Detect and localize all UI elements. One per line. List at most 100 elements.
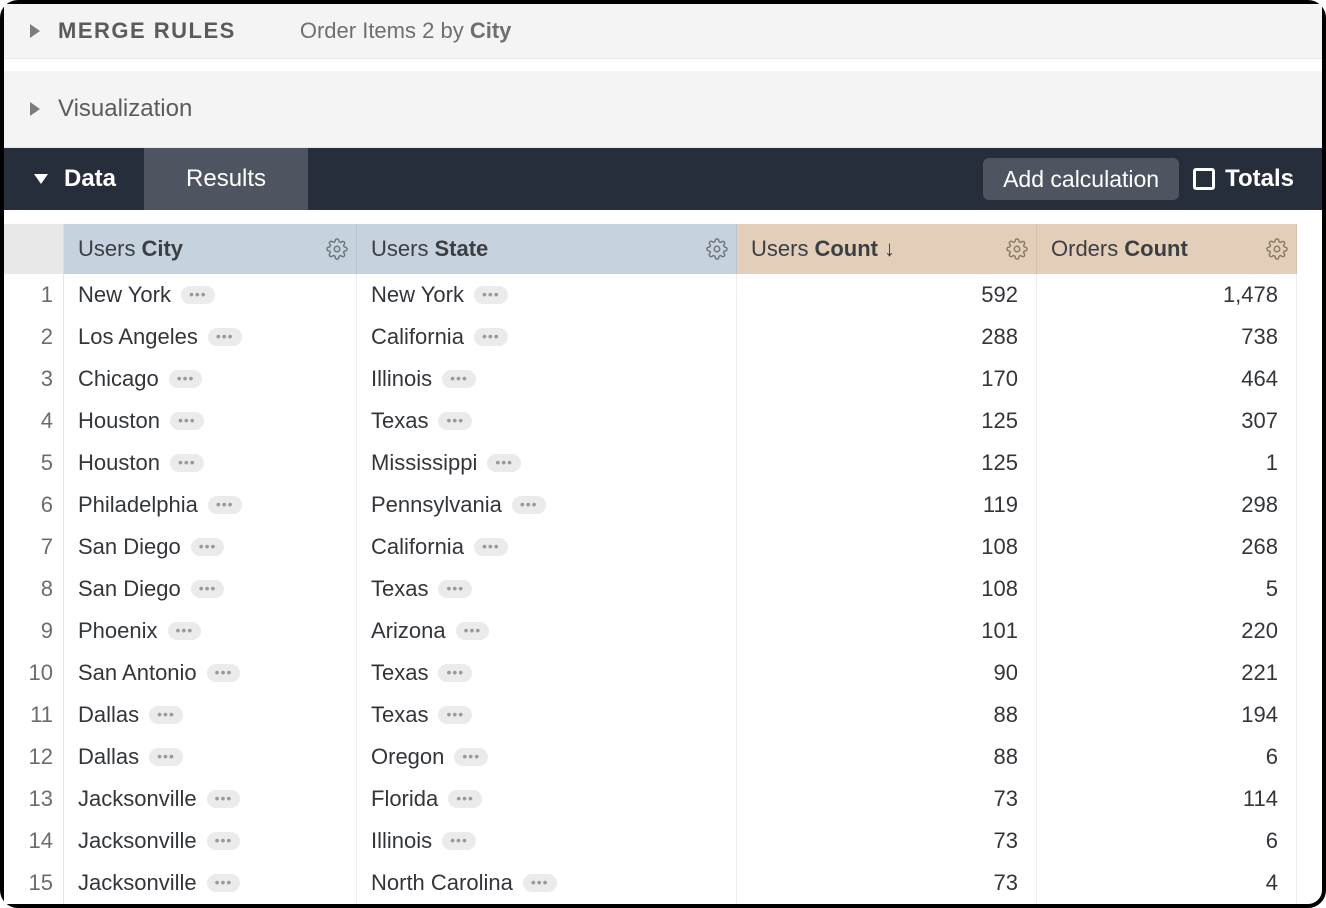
cell-orders-count[interactable]: 1 [1037,442,1297,484]
ellipsis-icon[interactable]: ••• [442,832,476,850]
ellipsis-icon[interactable]: ••• [170,454,204,472]
cell-users-count[interactable]: 288 [737,316,1037,358]
cell-orders-count[interactable]: 194 [1037,694,1297,736]
cell-city[interactable]: Dallas••• [64,736,357,778]
cell-orders-count[interactable]: 5 [1037,568,1297,610]
ellipsis-icon[interactable]: ••• [207,790,241,808]
cell-users-count[interactable]: 119 [737,484,1037,526]
cell-orders-count[interactable]: 6 [1037,736,1297,778]
column-header[interactable]: Users City [64,224,357,274]
cell-users-count[interactable]: 108 [737,568,1037,610]
cell-users-count[interactable]: 170 [737,358,1037,400]
ellipsis-icon[interactable]: ••• [474,328,508,346]
cell-orders-count[interactable]: 220 [1037,610,1297,652]
cell-state[interactable]: Illinois••• [357,358,737,400]
cell-state[interactable]: Illinois••• [357,820,737,862]
cell-state[interactable]: Mississippi••• [357,442,737,484]
cell-state[interactable]: Arizona••• [357,610,737,652]
ellipsis-icon[interactable]: ••• [208,496,242,514]
cell-users-count[interactable]: 73 [737,862,1037,904]
cell-state[interactable]: Oregon••• [357,736,737,778]
gear-icon[interactable] [326,238,348,260]
ellipsis-icon[interactable]: ••• [442,370,476,388]
cell-orders-count[interactable]: 221 [1037,652,1297,694]
cell-users-count[interactable]: 73 [737,820,1037,862]
ellipsis-icon[interactable]: ••• [208,328,242,346]
cell-orders-count[interactable]: 307 [1037,400,1297,442]
ellipsis-icon[interactable]: ••• [474,538,508,556]
cell-users-count[interactable]: 88 [737,694,1037,736]
cell-city[interactable]: Phoenix••• [64,610,357,652]
ellipsis-icon[interactable]: ••• [456,622,490,640]
ellipsis-icon[interactable]: ••• [474,286,508,304]
ellipsis-icon[interactable]: ••• [170,412,204,430]
ellipsis-icon[interactable]: ••• [207,664,241,682]
ellipsis-icon[interactable]: ••• [169,370,203,388]
cell-city[interactable]: San Diego••• [64,526,357,568]
ellipsis-icon[interactable]: ••• [454,748,488,766]
cell-city[interactable]: Chicago••• [64,358,357,400]
gear-icon[interactable] [1266,238,1288,260]
cell-city[interactable]: Houston••• [64,442,357,484]
cell-orders-count[interactable]: 738 [1037,316,1297,358]
cell-city[interactable]: Philadelphia••• [64,484,357,526]
cell-users-count[interactable]: 125 [737,400,1037,442]
cell-users-count[interactable]: 73 [737,778,1037,820]
ellipsis-icon[interactable]: ••• [168,622,202,640]
ellipsis-icon[interactable]: ••• [438,664,472,682]
cell-state[interactable]: Texas••• [357,568,737,610]
ellipsis-icon[interactable]: ••• [181,286,215,304]
ellipsis-icon[interactable]: ••• [207,874,241,892]
data-tab[interactable]: Data [4,148,144,210]
cell-orders-count[interactable]: 114 [1037,778,1297,820]
cell-state[interactable]: California••• [357,316,737,358]
gear-icon[interactable] [706,238,728,260]
gear-icon[interactable] [1006,238,1028,260]
cell-users-count[interactable]: 90 [737,652,1037,694]
cell-city[interactable]: New York••• [64,274,357,316]
cell-state[interactable]: California••• [357,526,737,568]
ellipsis-icon[interactable]: ••• [438,412,472,430]
cell-state[interactable]: New York••• [357,274,737,316]
cell-state[interactable]: Texas••• [357,652,737,694]
ellipsis-icon[interactable]: ••• [438,580,472,598]
ellipsis-icon[interactable]: ••• [191,580,225,598]
cell-state[interactable]: Florida••• [357,778,737,820]
cell-city[interactable]: Los Angeles••• [64,316,357,358]
cell-city[interactable]: Houston••• [64,400,357,442]
ellipsis-icon[interactable]: ••• [487,454,521,472]
totals-toggle[interactable]: Totals [1193,148,1322,210]
cell-state[interactable]: Texas••• [357,694,737,736]
results-tab[interactable]: Results [144,148,308,210]
cell-users-count[interactable]: 108 [737,526,1037,568]
cell-users-count[interactable]: 88 [737,736,1037,778]
column-header[interactable]: Users Count ↓ [737,224,1037,274]
cell-state[interactable]: Pennsylvania••• [357,484,737,526]
ellipsis-icon[interactable]: ••• [438,706,472,724]
cell-city[interactable]: Jacksonville••• [64,820,357,862]
column-header[interactable]: Users State [357,224,737,274]
cell-orders-count[interactable]: 6 [1037,820,1297,862]
column-header[interactable]: Orders Count [1037,224,1297,274]
cell-orders-count[interactable]: 464 [1037,358,1297,400]
cell-users-count[interactable]: 592 [737,274,1037,316]
ellipsis-icon[interactable]: ••• [523,874,557,892]
cell-city[interactable]: Dallas••• [64,694,357,736]
visualization-panel[interactable]: Visualization [4,71,1322,148]
cell-users-count[interactable]: 101 [737,610,1037,652]
cell-orders-count[interactable]: 298 [1037,484,1297,526]
cell-city[interactable]: Jacksonville••• [64,778,357,820]
add-calculation-button[interactable]: Add calculation [983,158,1179,200]
cell-city[interactable]: San Diego••• [64,568,357,610]
cell-users-count[interactable]: 125 [737,442,1037,484]
cell-orders-count[interactable]: 4 [1037,862,1297,904]
ellipsis-icon[interactable]: ••• [191,538,225,556]
ellipsis-icon[interactable]: ••• [149,706,183,724]
cell-state[interactable]: Texas••• [357,400,737,442]
ellipsis-icon[interactable]: ••• [149,748,183,766]
cell-city[interactable]: Jacksonville••• [64,862,357,904]
cell-state[interactable]: North Carolina••• [357,862,737,904]
cell-orders-count[interactable]: 268 [1037,526,1297,568]
merge-rules-panel[interactable]: MERGE RULES Order Items 2 by City [4,4,1322,59]
ellipsis-icon[interactable]: ••• [448,790,482,808]
